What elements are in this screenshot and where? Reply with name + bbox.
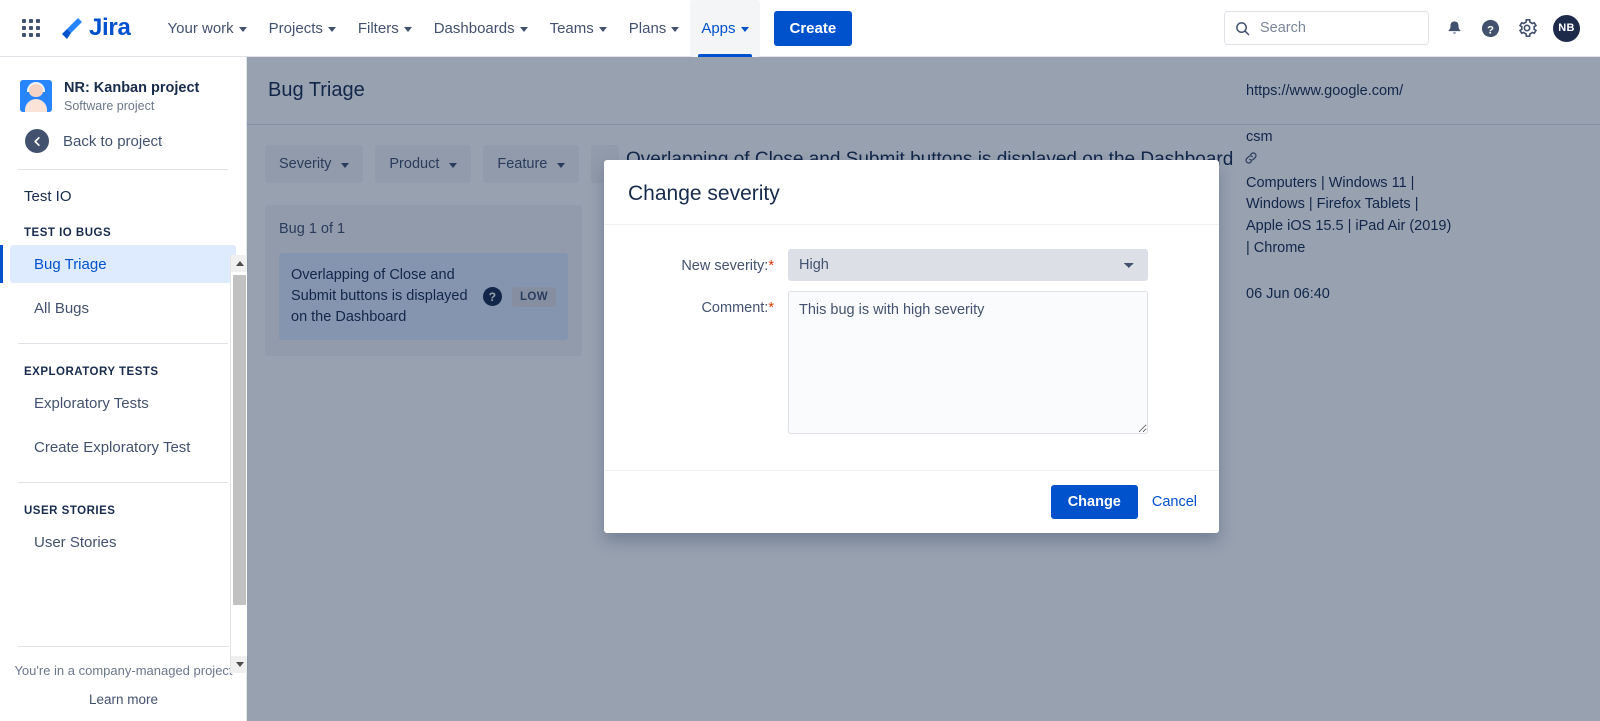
sidebar-item-label: Create Exploratory Test bbox=[34, 438, 191, 456]
chevron-down-icon bbox=[740, 26, 749, 32]
sidebar-section-heading-user-stories: USER STORIES bbox=[24, 505, 116, 518]
help-icon[interactable]: ? bbox=[1480, 18, 1501, 39]
notifications-bell-icon[interactable] bbox=[1445, 19, 1464, 38]
cancel-button[interactable]: Cancel bbox=[1152, 494, 1197, 510]
required-asterisk: * bbox=[768, 258, 774, 274]
dialog-body: New severity:* High Comment:* This bug i… bbox=[604, 225, 1219, 470]
top-navigation-bar: Jira Your work Projects Filters Dashboar… bbox=[0, 0, 1600, 57]
sidebar-item-all-bugs[interactable]: All Bugs bbox=[10, 289, 236, 327]
back-to-project-link[interactable]: Back to project bbox=[0, 113, 246, 154]
project-avatar-icon bbox=[20, 80, 52, 113]
back-to-project-label: Back to project bbox=[63, 132, 163, 150]
back-arrow-icon bbox=[25, 129, 49, 154]
chevron-down-icon bbox=[403, 26, 412, 32]
comment-label: Comment:* bbox=[701, 300, 774, 316]
sidebar-item-label: Bug Triage bbox=[34, 255, 107, 273]
nav-item-filters[interactable]: Filters bbox=[347, 0, 423, 57]
comment-row: Comment:* This bug is with high severity bbox=[628, 291, 1195, 434]
nav-item-your-work[interactable]: Your work bbox=[157, 0, 258, 57]
dialog-header: Change severity bbox=[604, 160, 1219, 225]
settings-gear-icon[interactable] bbox=[1517, 18, 1537, 38]
create-button[interactable]: Create bbox=[773, 10, 853, 46]
chevron-down-icon bbox=[519, 26, 528, 32]
nav-item-teams[interactable]: Teams bbox=[539, 0, 618, 57]
scrollbar-thumb[interactable] bbox=[233, 275, 246, 605]
nav-item-plans[interactable]: Plans bbox=[618, 0, 691, 57]
search-icon bbox=[1235, 21, 1250, 36]
sidebar-item-bug-triage[interactable]: Bug Triage bbox=[0, 245, 236, 284]
chevron-down-icon bbox=[238, 26, 247, 32]
change-button[interactable]: Change bbox=[1050, 485, 1138, 519]
nav-item-projects[interactable]: Projects bbox=[258, 0, 347, 57]
nav-right-actions: ? NB bbox=[1224, 11, 1600, 45]
dialog-footer: Change Cancel bbox=[604, 470, 1219, 533]
chevron-down-icon bbox=[671, 26, 680, 32]
sidebar-item-exploratory-tests[interactable]: Exploratory Tests bbox=[10, 384, 236, 422]
learn-more-link[interactable]: Learn more bbox=[0, 692, 247, 707]
sidebar-section-heading-bugs: TEST IO BUGS bbox=[24, 227, 112, 240]
project-type: Software project bbox=[64, 99, 155, 114]
primary-nav: Your work Projects Filters Dashboards Te… bbox=[157, 0, 853, 57]
project-header[interactable]: NR: Kanban project Software project bbox=[0, 57, 246, 113]
project-sidebar: NR: Kanban project Software project Back… bbox=[0, 57, 248, 721]
search-input[interactable] bbox=[1258, 19, 1408, 37]
project-name: NR: Kanban project bbox=[64, 80, 200, 96]
svg-text:?: ? bbox=[1487, 24, 1494, 36]
company-managed-message: You're in a company-managed project bbox=[14, 663, 233, 678]
chevron-down-icon bbox=[327, 26, 336, 32]
sidebar-item-label: Exploratory Tests bbox=[34, 394, 149, 412]
new-severity-select[interactable]: High bbox=[788, 249, 1148, 281]
nav-item-dashboards[interactable]: Dashboards bbox=[423, 0, 539, 57]
jira-wordmark: Jira bbox=[89, 14, 131, 41]
sidebar-app-title: Test IO bbox=[24, 188, 72, 206]
user-avatar[interactable]: NB bbox=[1553, 14, 1580, 42]
app-switcher-icon[interactable] bbox=[18, 15, 44, 41]
comment-textarea[interactable]: This bug is with high severity bbox=[788, 291, 1148, 434]
sidebar-section-heading-exploratory: EXPLORATORY TESTS bbox=[24, 366, 159, 379]
jira-logo-icon bbox=[58, 15, 84, 41]
new-severity-label: New severity:* bbox=[681, 258, 774, 274]
new-severity-row: New severity:* High bbox=[628, 249, 1195, 281]
dialog-title: Change severity bbox=[628, 182, 780, 205]
nav-item-apps[interactable]: Apps bbox=[690, 0, 760, 57]
chevron-down-icon bbox=[598, 26, 607, 32]
sidebar-item-label: All Bugs bbox=[34, 299, 90, 317]
jira-logo[interactable]: Jira bbox=[58, 14, 131, 42]
sidebar-item-create-exploratory-test[interactable]: Create Exploratory Test bbox=[10, 428, 236, 466]
sidebar-item-user-stories[interactable]: User Stories bbox=[10, 523, 236, 561]
sidebar-footer: You're in a company-managed project Lear… bbox=[0, 646, 247, 707]
sidebar-scrollbar[interactable] bbox=[230, 255, 248, 673]
change-severity-dialog: Change severity New severity:* High Comm… bbox=[604, 160, 1219, 533]
scroll-up-arrow-icon[interactable] bbox=[231, 255, 248, 272]
search-box[interactable] bbox=[1224, 11, 1429, 45]
sidebar-item-label: User Stories bbox=[34, 533, 117, 551]
scroll-down-arrow-icon[interactable] bbox=[231, 656, 248, 673]
sidebar-divider bbox=[18, 646, 229, 647]
required-asterisk: * bbox=[768, 300, 774, 316]
